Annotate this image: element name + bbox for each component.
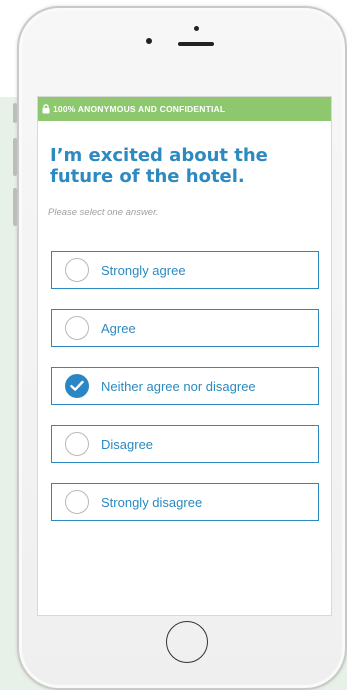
checkmark-icon — [70, 380, 84, 391]
banner-text: 100% ANONYMOUS AND CONFIDENTIAL — [53, 104, 226, 114]
option-disagree[interactable]: Disagree — [51, 425, 319, 463]
radio-checked-icon[interactable] — [65, 374, 89, 398]
radio-unchecked-icon[interactable] — [65, 258, 89, 282]
sensor-dot — [146, 38, 152, 44]
lock-icon — [42, 104, 50, 114]
answer-hint: Please select one answer. — [48, 207, 159, 218]
phone-side-button — [13, 103, 17, 123]
option-label: Agree — [101, 320, 136, 336]
option-strongly-agree[interactable]: Strongly agree — [51, 251, 319, 289]
answer-options: Strongly agree Agree Neither agree nor d… — [51, 251, 319, 541]
option-label: Neither agree nor disagree — [101, 378, 256, 394]
option-strongly-disagree[interactable]: Strongly disagree — [51, 483, 319, 521]
phone-screen: 100% ANONYMOUS AND CONFIDENTIAL I’m exci… — [37, 96, 332, 616]
radio-unchecked-icon[interactable] — [65, 432, 89, 456]
earpiece-speaker — [178, 42, 214, 46]
radio-unchecked-icon[interactable] — [65, 490, 89, 514]
home-button[interactable] — [166, 621, 208, 663]
phone-side-button — [13, 138, 17, 176]
phone-side-button — [13, 188, 17, 226]
option-label: Strongly agree — [101, 262, 186, 278]
front-camera-icon — [194, 26, 199, 31]
option-label: Strongly disagree — [101, 494, 203, 510]
question-title: I’m excited about the future of the hote… — [50, 145, 268, 187]
anonymity-banner: 100% ANONYMOUS AND CONFIDENTIAL — [38, 97, 331, 121]
radio-unchecked-icon[interactable] — [65, 316, 89, 340]
option-label: Disagree — [101, 436, 154, 452]
option-agree[interactable]: Agree — [51, 309, 319, 347]
option-neither[interactable]: Neither agree nor disagree — [51, 367, 319, 405]
